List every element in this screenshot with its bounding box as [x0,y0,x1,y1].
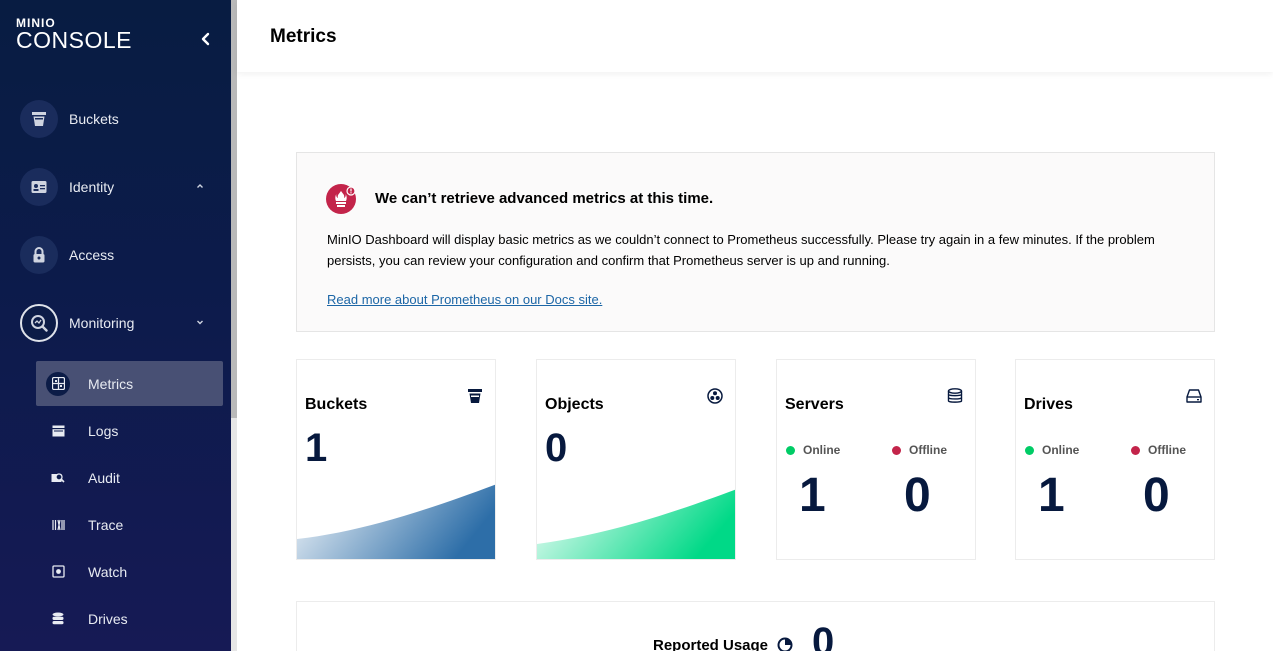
sidebar-item-label: Metrics [88,375,134,392]
monitoring-icon [20,304,58,342]
lock-icon [20,236,58,274]
drives-icon [46,607,70,631]
id-card-icon [20,168,58,206]
logo-bottom-text: CONSOLE [16,27,132,53]
card-title: Objects [545,396,604,413]
offline-status: Offline [1131,443,1186,457]
objects-card: Objects 0 [536,359,736,560]
online-label: Online [803,443,841,457]
minio-logo[interactable]: MINIO CONSOLE [16,17,132,53]
bucket-icon [468,389,482,403]
sidebar-item-label: Buckets [69,111,119,127]
sidebar-item-label: Audit [88,469,120,486]
sidebar-item-metrics[interactable]: Metrics [36,361,223,406]
drives-card: Drives Online Offline 1 0 [1015,359,1215,560]
pie-chart-icon [777,637,793,651]
objects-area-graph [537,489,735,559]
online-label: Online [1042,443,1080,457]
offline-count: 0 [904,469,931,522]
sidebar-item-label: Monitoring [69,315,135,331]
card-title: Servers [785,396,844,413]
online-dot-icon [1025,445,1034,455]
offline-dot-icon [892,445,901,455]
online-count: 1 [799,469,826,522]
sidebar-item-label: Watch [88,563,128,580]
metrics-icon [46,371,70,396]
online-status: Online [786,443,840,457]
sidebar-item-logs[interactable]: Logs [36,408,223,453]
offline-label: Offline [909,443,947,457]
card-value: 1 [305,426,328,470]
bucket-icon [20,100,58,138]
card-title: Buckets [305,396,368,413]
sidebar-item-trace[interactable]: Trace [36,502,223,547]
alert-body: MinIO Dashboard will display basic metri… [327,232,1155,268]
offline-count: 0 [1143,469,1170,522]
online-count: 1 [1038,469,1065,522]
online-dot-icon [786,445,795,455]
hard-drive-icon [1186,389,1202,403]
sidebar-item-label: Trace [88,516,124,533]
objects-icon [707,388,723,404]
alert-title: We can’t retrieve advanced metrics at th… [375,190,714,207]
prometheus-icon [326,184,356,214]
trace-icon [46,513,70,537]
card-title: Drives [1024,396,1073,413]
prometheus-docs-link[interactable]: Read more about Prometheus on our Docs s… [327,292,602,307]
chevron-down-icon [197,320,203,325]
servers-card: Servers Online Offline 1 0 [776,359,976,560]
logs-icon [46,419,70,443]
servers-icon [947,388,963,403]
buckets-card: Buckets 1 [296,359,496,560]
sidebar-item-drives[interactable]: Drives [36,596,223,641]
audit-icon [46,466,70,490]
sidebar-item-identity[interactable]: Identity [20,167,220,207]
sidebar-item-label: Logs [88,422,119,439]
offline-dot-icon [1131,445,1140,455]
reported-usage-card: Reported Usage 0 [296,601,1215,651]
page-title: Metrics [270,26,337,47]
online-status: Online [1025,443,1079,457]
usage-value: 0 [812,620,835,651]
sidebar-item-label: Access [69,247,115,263]
sidebar-item-label: Drives [88,610,128,627]
page-header: Metrics [237,0,1273,72]
collapse-sidebar-icon[interactable] [198,30,214,48]
watch-icon [46,560,70,584]
prometheus-alert: We can’t retrieve advanced metrics at th… [296,152,1215,332]
sidebar-item-audit[interactable]: Audit [36,455,223,500]
sidebar-item-label: Identity [69,179,115,195]
usage-label: Reported Usage [653,637,769,651]
sidebar: MINIO CONSOLE Buckets Identity Access Mo… [0,0,231,651]
sidebar-item-watch[interactable]: Watch [36,549,223,594]
offline-label: Offline [1148,443,1186,457]
buckets-area-graph [297,484,495,559]
sidebar-item-monitoring[interactable]: Monitoring [20,303,220,343]
sidebar-item-buckets[interactable]: Buckets [20,99,220,139]
sidebar-item-access[interactable]: Access [20,235,220,275]
offline-status: Offline [892,443,947,457]
chevron-up-icon [197,184,203,188]
card-value: 0 [545,426,568,470]
